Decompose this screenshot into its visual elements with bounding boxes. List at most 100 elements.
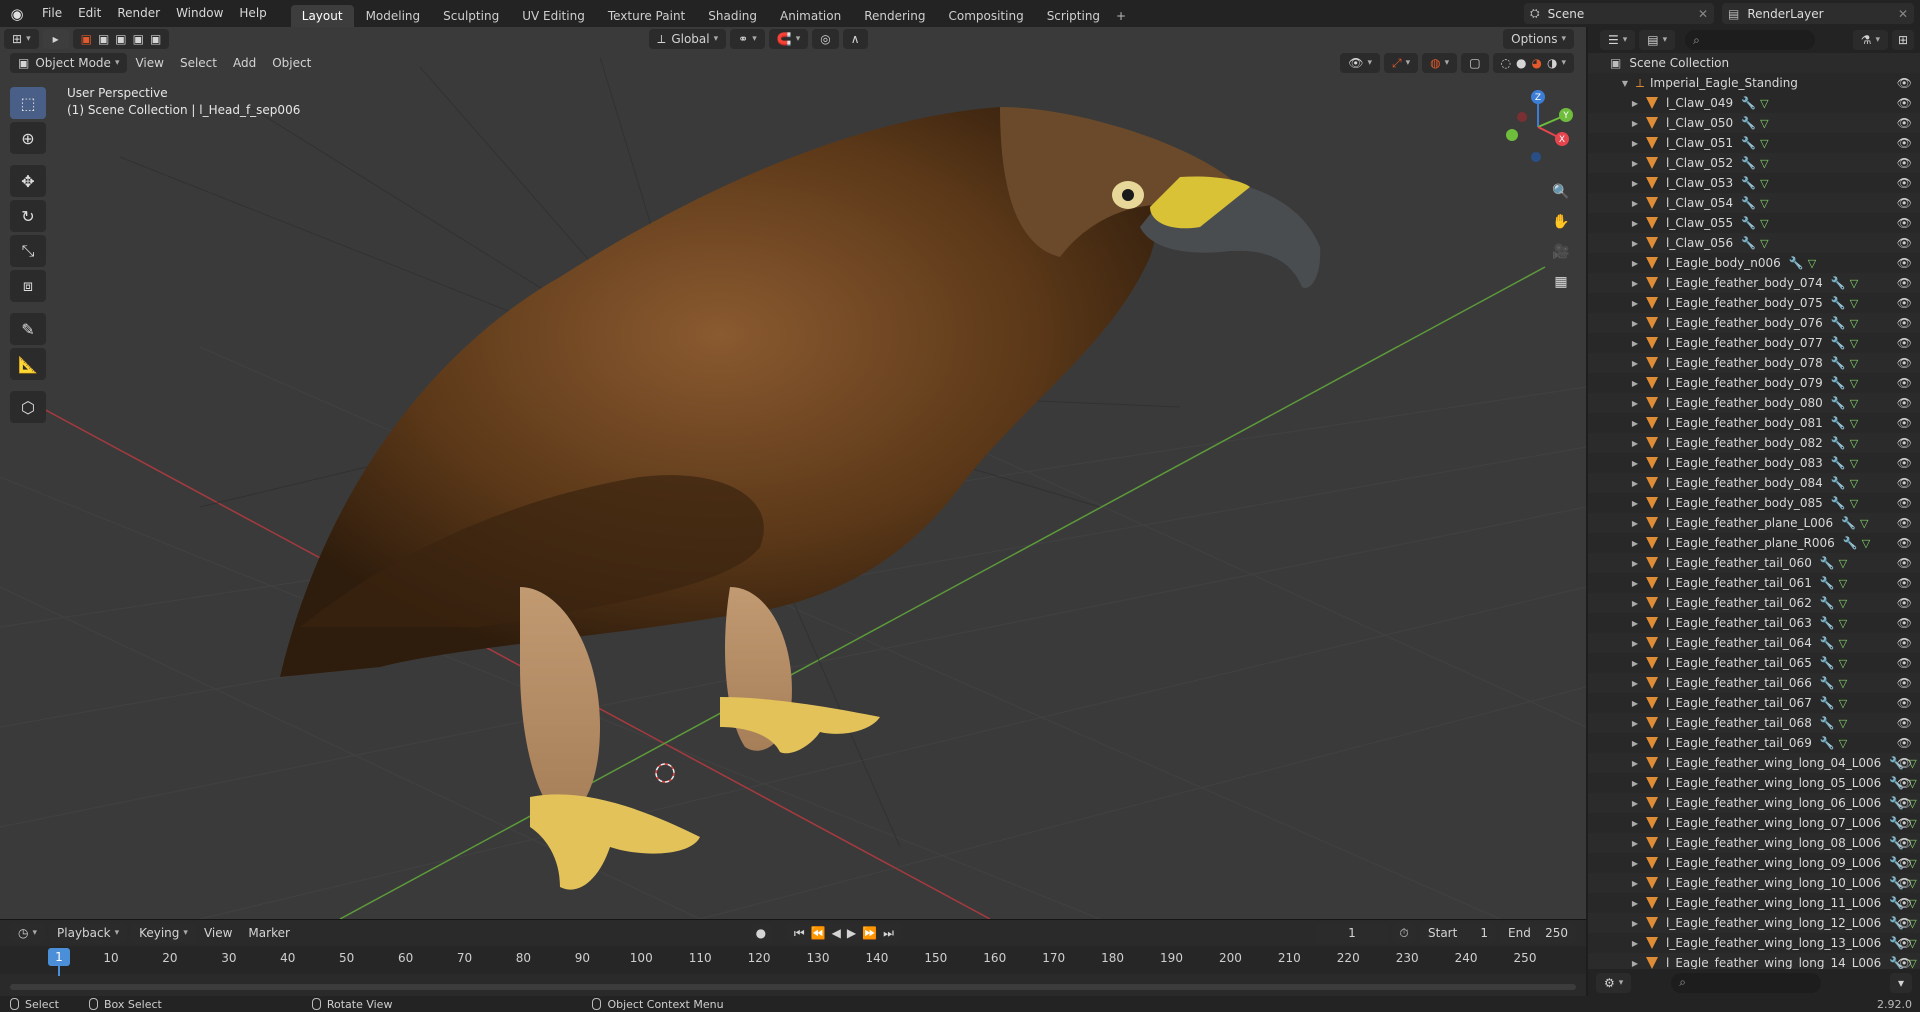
proportional-edit-button[interactable]: ◎: [812, 29, 839, 49]
outliner-item[interactable]: ▶ l_Claw_056 🔧 ▽ 👁: [1588, 233, 1920, 253]
modifier-wrench-icon[interactable]: 🔧: [1820, 636, 1835, 650]
mesh-data-icon[interactable]: ▽: [1839, 637, 1847, 650]
play-reverse-icon[interactable]: ◀: [832, 923, 841, 943]
extend-icon[interactable]: ▣: [98, 29, 109, 49]
mesh-data-icon[interactable]: ▽: [1850, 357, 1858, 370]
outliner-item[interactable]: ▶ l_Eagle_feather_tail_061 🔧 ▽ 👁: [1588, 573, 1920, 593]
expand-arrow-icon[interactable]: ▶: [1630, 319, 1640, 328]
eye-icon[interactable]: 👁: [1897, 516, 1912, 530]
subtract-icon[interactable]: ▣: [115, 29, 126, 49]
viewport-scene[interactable]: [0, 27, 1586, 919]
tab-uv-editing[interactable]: UV Editing: [511, 5, 596, 27]
outliner-item[interactable]: ▶ l_Claw_052 🔧 ▽ 👁: [1588, 153, 1920, 173]
render-layer-selector[interactable]: ▤ RenderLayer ✕: [1722, 3, 1914, 24]
expand-arrow-icon[interactable]: ▶: [1630, 459, 1640, 468]
navigation-gizmo[interactable]: Z Y X: [1498, 87, 1578, 167]
eye-icon[interactable]: 👁: [1897, 756, 1912, 770]
mesh-data-icon[interactable]: ▽: [1760, 117, 1768, 130]
modifier-wrench-icon[interactable]: 🔧: [1789, 256, 1804, 270]
viewport-menu-select[interactable]: Select: [172, 56, 225, 70]
outliner-item[interactable]: ▶ l_Eagle_feather_body_081 🔧 ▽ 👁: [1588, 413, 1920, 433]
scene-selector[interactable]: ⛭ Scene ✕: [1524, 3, 1714, 24]
modifier-wrench-icon[interactable]: 🔧: [1841, 516, 1856, 530]
eye-icon[interactable]: 👁: [1897, 696, 1912, 710]
snap-button[interactable]: 🧲 ▾: [768, 29, 809, 49]
outliner-item[interactable]: ▶ l_Eagle_feather_body_075 🔧 ▽ 👁: [1588, 293, 1920, 313]
mesh-data-icon[interactable]: ▽: [1850, 437, 1858, 450]
eye-icon[interactable]: 👁: [1897, 656, 1912, 670]
mesh-data-icon[interactable]: ▽: [1839, 737, 1847, 750]
mesh-data-icon[interactable]: ▽: [1839, 657, 1847, 670]
outliner-item[interactable]: ▶ l_Eagle_feather_body_078 🔧 ▽ 👁: [1588, 353, 1920, 373]
modifier-wrench-icon[interactable]: 🔧: [1820, 616, 1835, 630]
mesh-data-icon[interactable]: ▽: [1839, 557, 1847, 570]
outliner-item[interactable]: ▶ l_Claw_051 🔧 ▽ 👁: [1588, 133, 1920, 153]
outliner-item[interactable]: ▶ l_Eagle_feather_plane_L006 🔧 ▽ 👁: [1588, 513, 1920, 533]
mesh-data-icon[interactable]: ▽: [1839, 577, 1847, 590]
modifier-wrench-icon[interactable]: 🔧: [1831, 356, 1846, 370]
modifier-wrench-icon[interactable]: 🔧: [1741, 236, 1756, 250]
menu-help[interactable]: Help: [231, 0, 274, 27]
expand-arrow-icon[interactable]: ▶: [1630, 579, 1640, 588]
expand-arrow-icon[interactable]: ▶: [1630, 219, 1640, 228]
outliner-item[interactable]: ▶ l_Eagle_feather_wing_long_11_L006 🔧 ▽ 👁: [1588, 893, 1920, 913]
viewport-menu-object[interactable]: Object: [264, 56, 319, 70]
outliner-item[interactable]: ▶ l_Eagle_feather_body_079 🔧 ▽ 👁: [1588, 373, 1920, 393]
outliner-item[interactable]: ▶ l_Eagle_feather_tail_060 🔧 ▽ 👁: [1588, 553, 1920, 573]
outliner-root[interactable]: ▣ Scene Collection: [1588, 53, 1920, 73]
outliner-item[interactable]: ▶ l_Eagle_feather_wing_long_06_L006 🔧 ▽ 👁: [1588, 793, 1920, 813]
outliner-item[interactable]: ▶ l_Eagle_feather_plane_R006 🔧 ▽ 👁: [1588, 533, 1920, 553]
mesh-data-icon[interactable]: ▽: [1760, 137, 1768, 150]
outliner-item[interactable]: ▶ l_Eagle_feather_body_080 🔧 ▽ 👁: [1588, 393, 1920, 413]
outliner-item[interactable]: ▶ l_Eagle_feather_wing_long_14_L006 🔧 ▽ 👁: [1588, 953, 1920, 969]
outliner-item[interactable]: ▶ l_Eagle_feather_tail_069 🔧 ▽ 👁: [1588, 733, 1920, 753]
close-icon[interactable]: ✕: [1898, 7, 1908, 21]
outliner-item[interactable]: ▶ l_Eagle_feather_wing_long_13_L006 🔧 ▽ 👁: [1588, 933, 1920, 953]
pivot-point-button[interactable]: ⚭ ▾: [730, 29, 765, 49]
add-cube-tool-icon[interactable]: ⬡: [10, 391, 46, 423]
menu-window[interactable]: Window: [168, 0, 231, 27]
eye-icon[interactable]: 👁: [1897, 156, 1912, 170]
outliner-item[interactable]: ▶ l_Eagle_feather_body_077 🔧 ▽ 👁: [1588, 333, 1920, 353]
eye-icon[interactable]: 👁: [1897, 496, 1912, 510]
outliner-editor-type-button[interactable]: ☰ ▾: [1600, 30, 1636, 50]
expand-arrow-icon[interactable]: ▶: [1630, 839, 1640, 848]
zoom-icon[interactable]: 🔍: [1548, 179, 1574, 205]
expand-arrow-icon[interactable]: ▶: [1630, 399, 1640, 408]
rendered-shading-icon[interactable]: ◑: [1547, 53, 1557, 73]
outliner-item[interactable]: ▶ l_Eagle_feather_body_085 🔧 ▽ 👁: [1588, 493, 1920, 513]
scale-tool-icon[interactable]: ⤡: [10, 235, 46, 267]
mesh-data-icon[interactable]: ▽: [1850, 317, 1858, 330]
modifier-wrench-icon[interactable]: 🔧: [1843, 536, 1858, 550]
mesh-data-icon[interactable]: ▽: [1850, 397, 1858, 410]
start-frame-field[interactable]: Start 1: [1420, 923, 1496, 943]
mesh-data-icon[interactable]: ▽: [1760, 237, 1768, 250]
eye-icon[interactable]: 👁: [1897, 376, 1912, 390]
expand-arrow-icon[interactable]: ▶: [1630, 539, 1640, 548]
modifier-wrench-icon[interactable]: 🔧: [1741, 176, 1756, 190]
expand-arrow-icon[interactable]: ▶: [1630, 659, 1640, 668]
outliner-item[interactable]: ▶ l_Eagle_feather_body_082 🔧 ▽ 👁: [1588, 433, 1920, 453]
eye-icon[interactable]: 👁: [1897, 916, 1912, 930]
eye-icon[interactable]: 👁: [1897, 716, 1912, 730]
eye-icon[interactable]: 👁: [1897, 536, 1912, 550]
outliner-item[interactable]: ▶ l_Eagle_feather_body_074 🔧 ▽ 👁: [1588, 273, 1920, 293]
keying-menu[interactable]: Keying ▾: [131, 923, 196, 943]
options-button[interactable]: Options ▾: [1503, 29, 1574, 49]
eye-icon[interactable]: 👁: [1897, 256, 1912, 270]
modifier-wrench-icon[interactable]: 🔧: [1741, 196, 1756, 210]
expand-arrow-icon[interactable]: ▶: [1630, 479, 1640, 488]
eye-icon[interactable]: 👁: [1897, 436, 1912, 450]
eye-icon[interactable]: 👁: [1897, 356, 1912, 370]
mesh-data-icon[interactable]: ▽: [1850, 377, 1858, 390]
blender-logo-icon[interactable]: ◉: [0, 0, 34, 27]
select-box-tool-icon[interactable]: ⬚: [10, 87, 46, 119]
expand-arrow-icon[interactable]: ▶: [1630, 339, 1640, 348]
tab-animation[interactable]: Animation: [769, 5, 852, 27]
expand-arrow-icon[interactable]: ▶: [1630, 299, 1640, 308]
expand-arrow-icon[interactable]: ▶: [1630, 919, 1640, 928]
mesh-data-icon[interactable]: ▽: [1850, 457, 1858, 470]
preview-range-icon[interactable]: ⏱: [1392, 923, 1416, 943]
viewport-menu-add[interactable]: Add: [225, 56, 264, 70]
expand-arrow-icon[interactable]: ▶: [1630, 779, 1640, 788]
